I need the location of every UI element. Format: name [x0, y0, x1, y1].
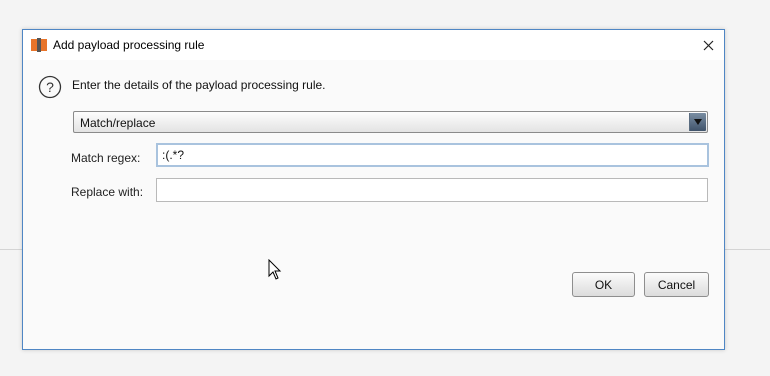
- replace-with-input[interactable]: [156, 178, 708, 202]
- question-icon: ?: [38, 75, 62, 99]
- burp-app-icon: [31, 38, 47, 52]
- ok-button[interactable]: OK: [572, 272, 635, 297]
- dialog-title: Add payload processing rule: [53, 38, 205, 52]
- chevron-down-icon: [694, 119, 702, 125]
- instruction-text: Enter the details of the payload process…: [72, 78, 326, 92]
- match-regex-label: Match regex:: [71, 151, 141, 165]
- rule-type-selected: Match/replace: [80, 116, 156, 130]
- rule-type-select[interactable]: Match/replace: [73, 111, 708, 133]
- svg-text:?: ?: [46, 79, 54, 95]
- add-payload-rule-dialog: Add payload processing rule ? Enter the …: [22, 29, 725, 350]
- close-icon: [703, 40, 713, 50]
- dialog-titlebar: Add payload processing rule: [23, 30, 724, 60]
- match-regex-input[interactable]: [156, 143, 709, 167]
- dropdown-arrow-button[interactable]: [689, 113, 706, 131]
- cancel-button[interactable]: Cancel: [644, 272, 709, 297]
- replace-with-label: Replace with:: [71, 185, 144, 199]
- close-button[interactable]: [692, 30, 724, 60]
- mouse-cursor-icon: [268, 259, 282, 280]
